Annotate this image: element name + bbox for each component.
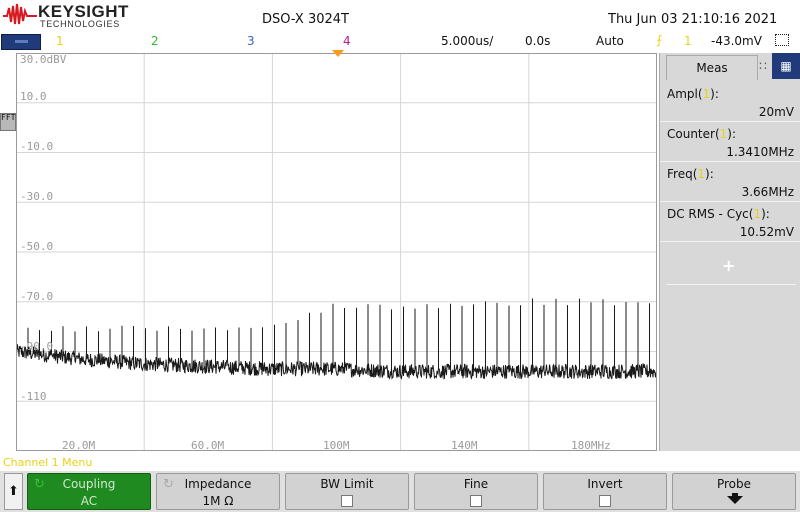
measurement-name-close: ): (761, 207, 770, 221)
y-tick-label: 10.0 (20, 90, 47, 103)
trigger-position-marker[interactable] (332, 50, 344, 57)
zoom-box-icon[interactable] (775, 34, 789, 46)
measurement-source: 1 (697, 167, 706, 181)
x-tick-label: 180MHz (571, 439, 611, 452)
measurement-name: DC RMS - Cyc( (667, 207, 754, 221)
coupling-softkey[interactable]: ↻ Coupling AC (27, 473, 151, 510)
y-tick-label: -110 (20, 390, 47, 403)
measurement-name: Counter( (667, 127, 720, 141)
measurement-item[interactable]: DC RMS - Cyc(1): 10.52mV (660, 203, 800, 242)
measurement-name: Ampl( (667, 87, 703, 101)
probe-softkey[interactable]: Probe (672, 473, 796, 510)
softkey-label: Fine (463, 477, 489, 491)
measurement-value: 1.3410MHz (726, 145, 794, 159)
measurement-value: 10.52mV (739, 225, 794, 239)
divider (666, 284, 796, 285)
softkey-value: AC (80, 494, 98, 508)
trigger-mode[interactable]: Auto (596, 34, 624, 48)
bw-limit-softkey[interactable]: BW Limit (285, 473, 409, 510)
y-tick-label: -30.0 (20, 190, 54, 203)
measurement-source: 1 (753, 207, 762, 221)
up-arrow-icon[interactable]: ⬆ (4, 473, 23, 510)
softkey-bar: ⬆ ↻ Coupling AC ↻ Impedance 1M Ω BW Limi… (0, 471, 800, 512)
settings-tab-icon[interactable]: ▦ (772, 53, 800, 79)
invert-checkbox[interactable] (599, 495, 611, 507)
trigger-source[interactable]: 1 (684, 34, 692, 48)
measurement-name-close: ): (705, 167, 714, 181)
timebase-value[interactable]: 5.000us/ (441, 34, 493, 48)
x-tick-label: 20.0M (62, 439, 96, 452)
y-tick-label: 30.0dBV (20, 53, 67, 66)
measurement-item[interactable]: Counter(1): 1.3410MHz (660, 123, 800, 162)
impedance-softkey[interactable]: ↻ Impedance 1M Ω (156, 473, 280, 510)
menu-title: Channel 1 Menu (3, 456, 93, 469)
softkey-label: Coupling (62, 477, 116, 491)
invert-softkey[interactable]: Invert (543, 473, 667, 510)
fft-trace (16, 298, 657, 380)
time-delay-value[interactable]: 0.0s (525, 34, 550, 48)
x-tick-label: 60.0M (191, 439, 225, 452)
softkey-label: Probe (716, 477, 752, 491)
softkey-value: 1M Ω (202, 494, 234, 508)
channel-2-label[interactable]: 2 (151, 34, 159, 48)
fft-marker-tag[interactable]: FFT (0, 113, 16, 131)
measurement-value: 20mV (758, 105, 794, 119)
y-tick-label: -70.0 (20, 290, 54, 303)
header-bar: KEYSIGHT TECHNOLOGIES DSO-X 3024T Thu Ju… (0, 0, 800, 34)
waveform-display[interactable]: 30.0dBV 10.0 -10.0 -30.0 -50.0 -70.0 -90… (16, 53, 657, 452)
measurement-item[interactable]: Freq(1): 3.66MHz (660, 163, 800, 202)
trigger-edge-icon: ⨍ (656, 33, 663, 47)
down-arrow-icon (727, 496, 743, 504)
measurement-name-close: ): (710, 87, 719, 101)
channel-selector[interactable] (1, 34, 41, 50)
softkey-label: Invert (587, 477, 623, 491)
grid-tab-icon[interactable]: ∷ (756, 55, 770, 79)
softkey-label: BW Limit (320, 477, 374, 491)
tab-meas[interactable]: Meas (666, 55, 758, 80)
measurement-name-close: ): (727, 127, 737, 141)
measurement-name: Freq( (667, 167, 698, 181)
measurement-panel: Meas ∷ ▦ Ampl(1): 20mV Counter(1): 1.341… (659, 53, 800, 451)
channel-4-label[interactable]: 4 (343, 34, 351, 48)
date-time: Thu Jun 03 21:10:16 2021 (608, 12, 778, 27)
y-tick-label: -10.0 (20, 140, 54, 153)
fine-softkey[interactable]: Fine (414, 473, 538, 510)
channel-status-bar: 1 2 3 4 5.000us/ 0.0s Auto ⨍ 1 -43.0mV (0, 33, 800, 51)
measurement-tabs: Meas ∷ ▦ (660, 53, 800, 80)
fft-spectrum-chart (16, 53, 657, 451)
model-name: DSO-X 3024T (262, 12, 349, 27)
trigger-level[interactable]: -43.0mV (711, 34, 762, 48)
x-tick-label: 100M (323, 439, 350, 452)
y-tick-label: -50.0 (20, 240, 54, 253)
measurement-item[interactable]: Ampl(1): 20mV (660, 83, 800, 122)
brand-subtitle: TECHNOLOGIES (40, 19, 120, 29)
channel-3-label[interactable]: 3 (247, 34, 255, 48)
y-tick-label: -90.0 (20, 340, 54, 353)
bw-limit-checkbox[interactable] (341, 495, 353, 507)
softkey-label: Impedance (184, 477, 252, 491)
add-measurement-icon[interactable]: + (722, 256, 735, 275)
fine-checkbox[interactable] (470, 495, 482, 507)
channel-1-label[interactable]: 1 (56, 34, 64, 48)
keysight-wave-logo-icon (3, 3, 37, 25)
x-tick-label: 140M (451, 439, 478, 452)
measurement-value: 3.66MHz (741, 185, 794, 199)
